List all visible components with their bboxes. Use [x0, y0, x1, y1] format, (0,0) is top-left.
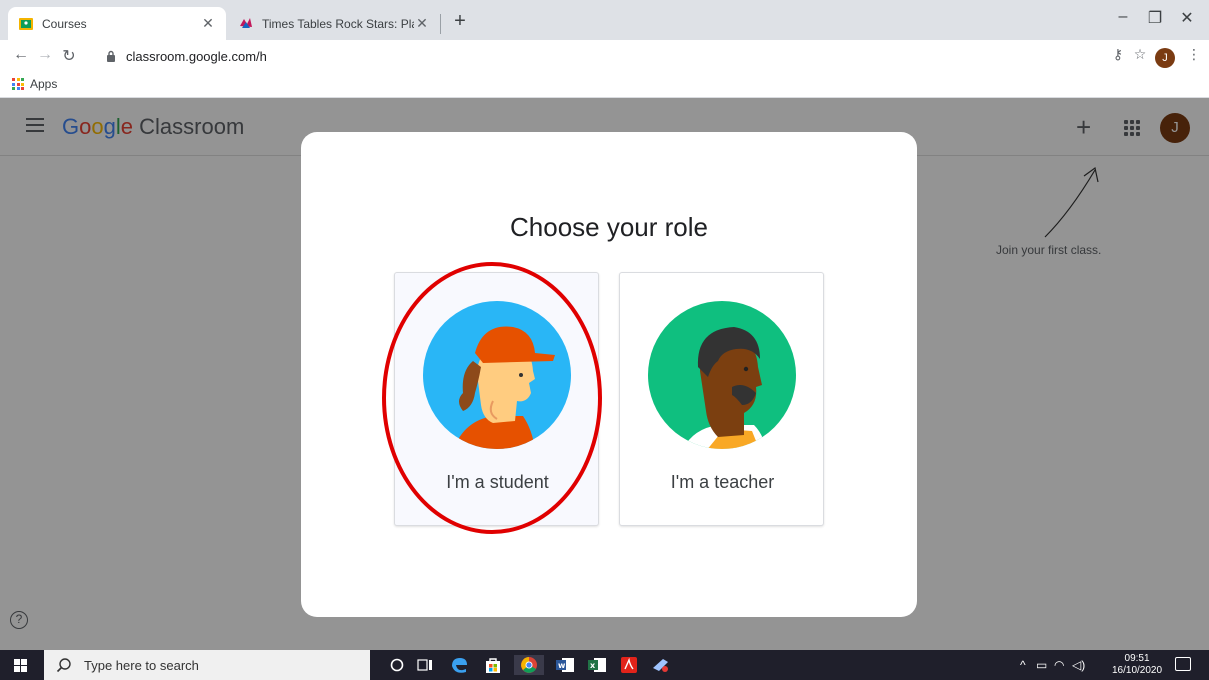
store-icon[interactable]	[482, 655, 504, 675]
apps-bookmark[interactable]: Apps	[12, 77, 57, 91]
browser-toolbar: ← → ↻ classroom.google.com/h ⚷ ☆ ⋮	[0, 40, 1209, 72]
windows-start-icon[interactable]	[14, 659, 27, 672]
close-window-icon[interactable]: ✕	[1172, 8, 1202, 28]
notification-icon[interactable]	[1175, 657, 1191, 671]
restore-icon[interactable]: ❐	[1140, 8, 1170, 28]
battery-icon[interactable]: ▭	[1036, 658, 1047, 672]
clock-date: 16/10/2020	[1112, 665, 1163, 676]
teacher-avatar-icon	[648, 301, 796, 449]
taskbar-clock[interactable]: 09:51 16/10/2020	[1112, 653, 1162, 677]
clock-time: 09:51	[1124, 653, 1150, 664]
teacher-role-card[interactable]: I'm a teacher	[619, 272, 824, 526]
lock-icon	[106, 50, 120, 62]
tab-courses[interactable]: Courses ✕	[8, 7, 226, 40]
tab-times-tables[interactable]: Times Tables Rock Stars: Play ✕	[228, 7, 440, 40]
edge-icon[interactable]	[448, 655, 470, 675]
forward-icon[interactable]: →	[34, 46, 56, 64]
tab-close-icon[interactable]: ✕	[200, 15, 216, 32]
svg-text:w: w	[558, 661, 566, 670]
search-placeholder: Type here to search	[84, 657, 199, 673]
student-role-card[interactable]: I'm a student	[394, 272, 599, 526]
tab-separator	[440, 14, 441, 34]
show-hidden-icons-icon[interactable]: ^	[1020, 658, 1026, 672]
student-avatar-icon	[423, 301, 571, 449]
student-role-label: I'm a student	[446, 472, 549, 492]
profile-avatar[interactable]: J	[1155, 48, 1175, 68]
word-icon[interactable]: w	[554, 655, 576, 675]
classroom-favicon-icon	[18, 16, 34, 32]
tab-title: Times Tables Rock Stars: Play	[262, 16, 414, 31]
acrobat-icon[interactable]	[618, 655, 640, 675]
star-icon[interactable]: ☆	[1129, 46, 1151, 63]
dialog-title: Choose your role	[510, 212, 708, 242]
teacher-role-label: I'm a teacher	[670, 472, 775, 492]
new-tab-icon[interactable]: +	[448, 10, 472, 33]
tab-title: Courses	[42, 16, 87, 31]
volume-icon[interactable]: ◁)	[1072, 658, 1085, 672]
windows-taskbar: Type here to search w x ^ ▭ ◠ ◁) 09:51 1…	[0, 650, 1209, 680]
wifi-icon[interactable]: ◠	[1054, 658, 1064, 672]
chrome-icon[interactable]	[514, 655, 544, 675]
apps-grid-icon	[12, 78, 24, 90]
excel-icon[interactable]: x	[586, 655, 608, 675]
url-text: classroom.google.com/h	[126, 48, 267, 64]
key-icon[interactable]: ⚷	[1107, 46, 1129, 63]
search-icon	[56, 657, 74, 673]
bookmarks-bar: Apps	[0, 72, 1209, 98]
taskbar-search-input[interactable]: Type here to search	[44, 650, 370, 680]
snipping-tool-icon[interactable]	[650, 655, 672, 675]
apps-label: Apps	[30, 77, 58, 91]
reload-icon[interactable]: ↻	[58, 46, 80, 66]
cortana-icon[interactable]	[386, 655, 408, 675]
back-icon[interactable]: ←	[10, 46, 32, 64]
menu-dots-icon[interactable]: ⋮	[1183, 46, 1205, 63]
choose-role-dialog: Choose your role I'm a student I'm a tea…	[301, 132, 917, 617]
minimize-icon[interactable]: –	[1108, 8, 1138, 26]
task-view-icon[interactable]	[414, 655, 436, 675]
address-bar[interactable]: classroom.google.com/h	[106, 44, 1006, 68]
svg-text:x: x	[590, 661, 596, 670]
browser-tab-strip: Courses ✕ Times Tables Rock Stars: Play …	[0, 0, 1209, 40]
rock-stars-favicon-icon	[238, 16, 254, 32]
tab-close-icon[interactable]: ✕	[414, 15, 430, 32]
